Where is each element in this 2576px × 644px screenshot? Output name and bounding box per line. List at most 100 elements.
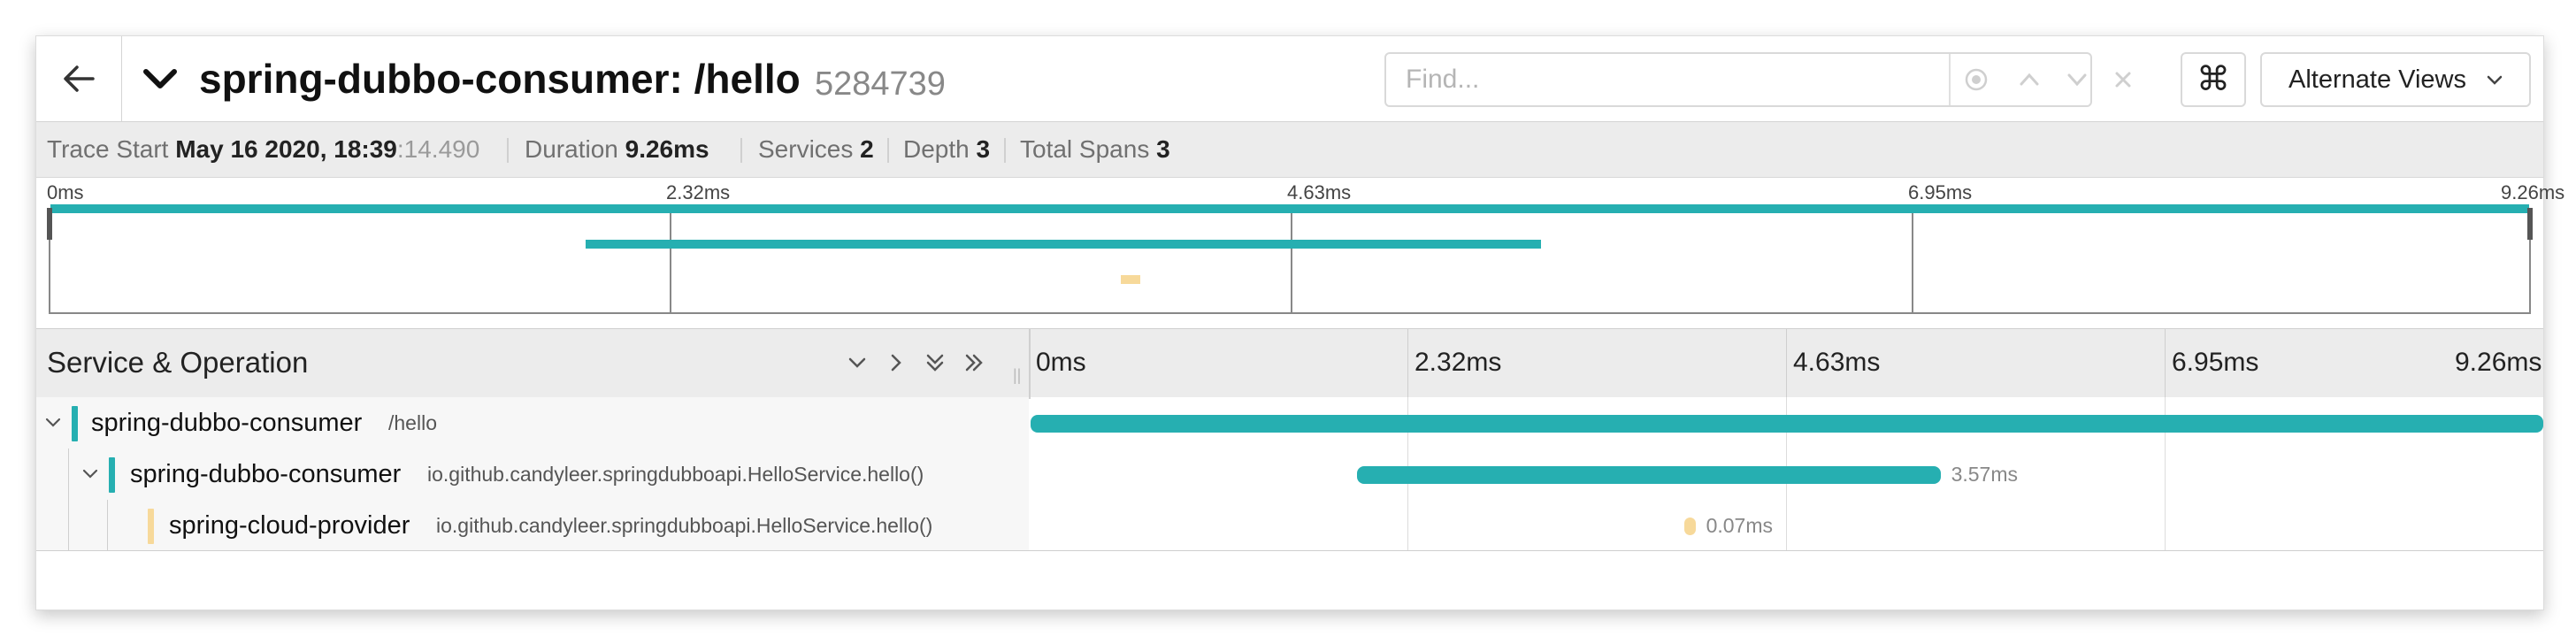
find-input[interactable] bbox=[1386, 54, 1949, 105]
locate-target-icon[interactable] bbox=[1961, 65, 1991, 95]
service-name: spring-dubbo-consumer bbox=[130, 460, 402, 488]
arrow-left-icon bbox=[64, 65, 95, 92]
span-duration-label: 3.57ms bbox=[1951, 463, 2019, 486]
minimap-gridline bbox=[1912, 210, 1913, 312]
span-timeline-cell[interactable] bbox=[1031, 397, 2543, 448]
minimap-canvas[interactable] bbox=[49, 204, 2531, 314]
minimap-span-bar bbox=[50, 204, 2529, 213]
timeline-gridline bbox=[1786, 500, 1787, 551]
span-timeline-cell[interactable]: 0.07ms bbox=[1031, 500, 2543, 551]
span-bar[interactable] bbox=[1683, 518, 1696, 535]
tree-guide bbox=[107, 500, 108, 551]
span-bar[interactable] bbox=[1031, 415, 2543, 433]
duration-value: 9.26ms bbox=[625, 135, 709, 163]
service-operation-title: Service & Operation bbox=[47, 346, 309, 379]
timeline-gridline bbox=[2165, 329, 2166, 398]
operation-name: io.github.candyleer.springdubboapi.Hello… bbox=[436, 514, 933, 537]
info-divider bbox=[887, 138, 889, 163]
alternate-views-label: Alternate Views bbox=[2288, 65, 2466, 94]
service-color-mark bbox=[148, 509, 154, 544]
column-divider[interactable] bbox=[1029, 329, 1031, 398]
span-row[interactable]: spring-cloud-provider io.github.candylee… bbox=[36, 500, 2543, 551]
trace-start-label: Trace Start bbox=[47, 135, 169, 163]
trace-window: spring-dubbo-consumer: /hello 5284739 ⌘ … bbox=[35, 35, 2564, 610]
chevron-down-icon bbox=[2487, 75, 2503, 85]
span-name-cell[interactable]: spring-dubbo-consumer io.github.candylee… bbox=[36, 448, 1029, 500]
minimap-tick: 9.26ms bbox=[2501, 181, 2565, 203]
trace-info-bar: Trace Start May 16 2020, 18:39:14.490 Du… bbox=[36, 122, 2543, 178]
timeline-gridline bbox=[1407, 500, 1408, 551]
total-spans: Total Spans 3 bbox=[1020, 122, 1170, 177]
tree-guide bbox=[68, 448, 69, 500]
minimap-gridline bbox=[670, 210, 671, 312]
timeline-gridline bbox=[1786, 329, 1787, 398]
minimap-tick: 4.63ms bbox=[1287, 181, 1352, 203]
minimap-span-bar bbox=[1121, 275, 1140, 284]
service-name: spring-dubbo-consumer bbox=[91, 409, 363, 437]
back-button[interactable] bbox=[36, 36, 122, 121]
services-label: Services bbox=[758, 135, 854, 163]
span-bar[interactable] bbox=[1357, 466, 1941, 484]
chevron-down-icon bbox=[143, 69, 177, 88]
span-list-header: Service & Operation || 0ms 2.32ms 4.63ms… bbox=[36, 328, 2543, 399]
total-spans-label: Total Spans bbox=[1020, 135, 1150, 163]
span-row[interactable]: spring-dubbo-consumer /hello bbox=[36, 397, 2543, 448]
services-count: Services 2 bbox=[758, 122, 874, 177]
chevron-down-icon[interactable] bbox=[40, 410, 66, 436]
timeline-gridline bbox=[1407, 329, 1408, 398]
collapse-one-icon[interactable] bbox=[843, 349, 871, 377]
next-result-icon[interactable] bbox=[2062, 65, 2092, 95]
minimap-tick: 0ms bbox=[47, 181, 84, 203]
tree-guide bbox=[68, 500, 69, 551]
minimap-tick: 2.32ms bbox=[666, 181, 731, 203]
span-row[interactable]: spring-dubbo-consumer io.github.candylee… bbox=[36, 448, 2543, 500]
timeline-gridline bbox=[2165, 500, 2166, 551]
duration: Duration 9.26ms bbox=[525, 122, 709, 177]
chevron-down-icon[interactable] bbox=[77, 461, 104, 487]
prev-result-icon[interactable] bbox=[2014, 65, 2044, 95]
timeline-tick: 2.32ms bbox=[1414, 348, 1502, 377]
span-list-bottom-border bbox=[36, 550, 2543, 551]
info-divider bbox=[507, 138, 509, 163]
expand-all-icon[interactable] bbox=[960, 349, 988, 377]
duration-label: Duration bbox=[525, 135, 618, 163]
collapse-trace-toggle[interactable] bbox=[142, 63, 178, 95]
alternate-views-dropdown[interactable]: Alternate Views bbox=[2260, 52, 2531, 107]
operation-name: io.github.candyleer.springdubboapi.Hello… bbox=[427, 463, 924, 486]
clear-search-icon[interactable] bbox=[2108, 65, 2138, 95]
span-timeline-cell[interactable]: 3.57ms bbox=[1031, 448, 2543, 500]
timeline-gridline bbox=[2165, 448, 2166, 500]
minimap-left-handle[interactable] bbox=[47, 208, 52, 240]
minimap-right-handle[interactable] bbox=[2527, 208, 2533, 240]
timeline-tick: 0ms bbox=[1036, 348, 1086, 377]
total-spans-value: 3 bbox=[1156, 135, 1170, 163]
trace-id: 5284739 bbox=[815, 65, 946, 103]
trace-start-ms: :14.490 bbox=[396, 135, 480, 163]
timeline-tick: 4.63ms bbox=[1793, 348, 1881, 377]
services-value: 2 bbox=[860, 135, 874, 163]
depth: Depth 3 bbox=[903, 122, 990, 177]
info-divider bbox=[1004, 138, 1006, 163]
timeline-tick: 6.95ms bbox=[2172, 348, 2259, 377]
span-name-cell[interactable]: spring-dubbo-consumer /hello bbox=[36, 397, 1029, 448]
service-name: spring-cloud-provider bbox=[169, 511, 410, 540]
service-color-mark bbox=[109, 457, 115, 493]
expand-one-icon[interactable] bbox=[882, 349, 910, 377]
collapse-all-icon[interactable] bbox=[921, 349, 949, 377]
info-divider bbox=[740, 138, 742, 163]
span-name-cell[interactable]: spring-cloud-provider io.github.candylee… bbox=[36, 500, 1029, 551]
trace-title: spring-dubbo-consumer: /hello bbox=[199, 56, 801, 102]
operation-name: /hello bbox=[388, 411, 437, 434]
keyboard-shortcuts-button[interactable]: ⌘ bbox=[2181, 52, 2246, 107]
span-duration-label: 0.07ms bbox=[1706, 514, 1774, 537]
trace-start-date: May 16 2020, 18:39 bbox=[175, 135, 397, 163]
trace-start: Trace Start May 16 2020, 18:39:14.490 bbox=[47, 122, 479, 177]
column-resizer-handle[interactable]: || bbox=[1013, 366, 1021, 385]
depth-value: 3 bbox=[976, 135, 991, 163]
minimap-tick: 6.95ms bbox=[1908, 181, 1973, 203]
minimap-gridline bbox=[1291, 210, 1292, 312]
find-box bbox=[1384, 52, 2131, 107]
service-color-mark bbox=[72, 406, 78, 441]
trace-header: spring-dubbo-consumer: /hello 5284739 ⌘ … bbox=[36, 36, 2543, 122]
find-separator bbox=[1949, 54, 1951, 105]
